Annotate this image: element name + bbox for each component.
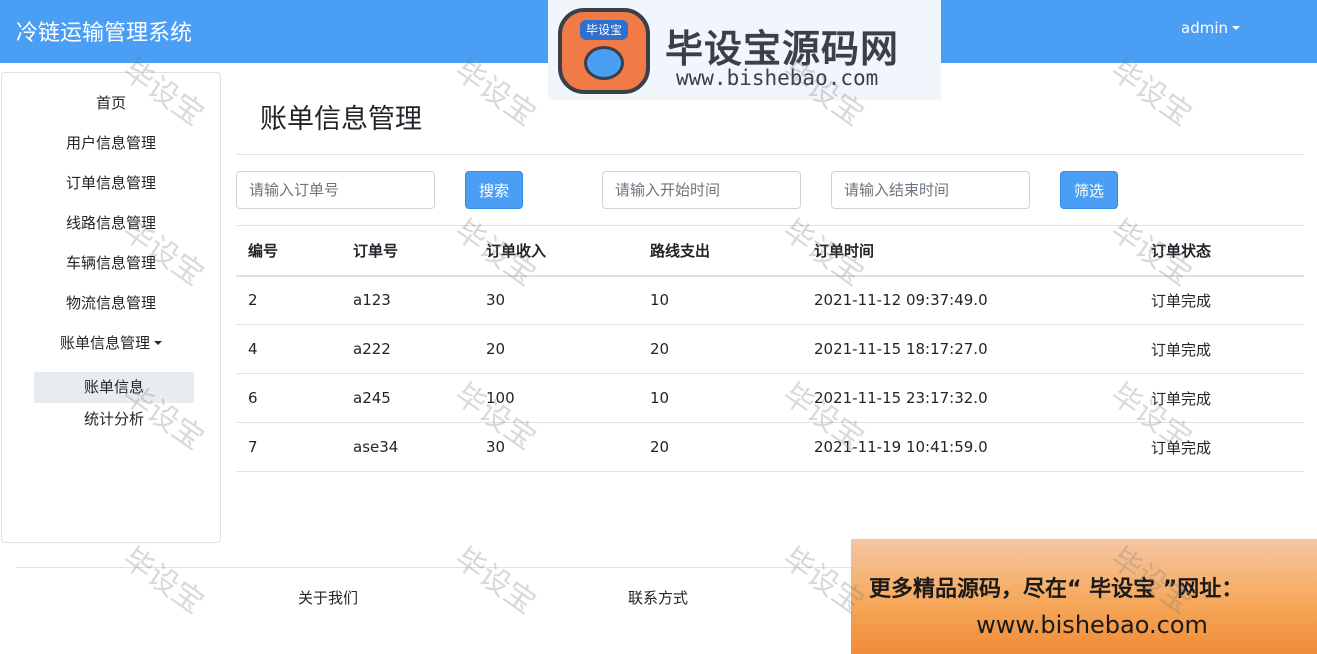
cell-income: 20 bbox=[474, 324, 638, 374]
cell-income: 100 bbox=[474, 373, 638, 423]
footer-link-contact[interactable]: 联系方式 bbox=[628, 587, 688, 608]
page-title: 账单信息管理 bbox=[260, 104, 422, 135]
cell-expense: 10 bbox=[638, 275, 802, 325]
sidebar-nav: 首页 用户信息管理 订单信息管理 线路信息管理 车辆信息管理 物流信息管理 账单… bbox=[1, 72, 221, 543]
order-number-input[interactable] bbox=[236, 171, 435, 209]
sidebar-item-billing[interactable]: 账单信息管理 bbox=[2, 332, 220, 353]
watermark: 毕设宝 bbox=[448, 540, 542, 622]
col-header-order-no: 订单号 bbox=[341, 225, 474, 277]
sidebar-item-billing-label: 账单信息管理 bbox=[59, 334, 150, 352]
cell-status: 订单完成 bbox=[1139, 275, 1304, 325]
user-menu-dropdown[interactable]: admin bbox=[1181, 19, 1240, 37]
table-header-row: 编号 订单号 订单收入 路线支出 订单时间 订单状态 bbox=[236, 225, 1304, 277]
app-brand[interactable]: 冷链运输管理系统 bbox=[16, 15, 192, 47]
cell-order-no: a222 bbox=[341, 324, 474, 374]
promo-url: www.bishebao.com bbox=[976, 611, 1208, 639]
table-row: 6 a245 100 10 2021-11-15 23:17:32.0 订单完成 bbox=[236, 373, 1304, 423]
col-header-income: 订单收入 bbox=[474, 225, 638, 277]
cell-expense: 10 bbox=[638, 373, 802, 423]
promo-text: 更多精品源码，尽在“ 毕设宝 ”网址： bbox=[869, 577, 1244, 602]
cell-order-no: a245 bbox=[341, 373, 474, 423]
cell-time: 2021-11-12 09:37:49.0 bbox=[802, 275, 1139, 325]
cell-time: 2021-11-19 10:41:59.0 bbox=[802, 422, 1139, 472]
start-time-input[interactable] bbox=[602, 171, 801, 209]
caret-down-icon bbox=[1232, 26, 1240, 30]
promo-banner: 更多精品源码，尽在“ 毕设宝 ”网址： www.bishebao.com bbox=[851, 539, 1317, 654]
sidebar-item-logistics[interactable]: 物流信息管理 bbox=[2, 292, 220, 313]
end-time-input[interactable] bbox=[831, 171, 1030, 209]
watermark: 毕设宝 bbox=[116, 540, 210, 622]
table-row: 7 ase34 30 20 2021-11-19 10:41:59.0 订单完成 bbox=[236, 422, 1304, 472]
footer-link-about[interactable]: 关于我们 bbox=[298, 587, 358, 608]
cell-id: 4 bbox=[236, 324, 341, 374]
title-divider bbox=[236, 154, 1304, 155]
table-row: 4 a222 20 20 2021-11-15 18:17:27.0 订单完成 bbox=[236, 324, 1304, 374]
cell-order-no: a123 bbox=[341, 275, 474, 325]
sidebar-item-home[interactable]: 首页 bbox=[2, 92, 220, 113]
cell-expense: 20 bbox=[638, 324, 802, 374]
cell-income: 30 bbox=[474, 275, 638, 325]
logo-url: www.bishebao.com bbox=[676, 66, 879, 90]
user-name: admin bbox=[1181, 19, 1228, 37]
cell-id: 2 bbox=[236, 275, 341, 325]
cell-time: 2021-11-15 18:17:27.0 bbox=[802, 324, 1139, 374]
sidebar-item-users[interactable]: 用户信息管理 bbox=[2, 132, 220, 153]
cell-status: 订单完成 bbox=[1139, 324, 1304, 374]
filter-button[interactable]: 筛选 bbox=[1060, 171, 1118, 209]
sidebar-item-routes[interactable]: 线路信息管理 bbox=[2, 212, 220, 233]
sidebar-item-vehicles[interactable]: 车辆信息管理 bbox=[2, 252, 220, 273]
sidebar-subitem-bills[interactable]: 账单信息 bbox=[34, 372, 194, 403]
table-row: 2 a123 30 10 2021-11-12 09:37:49.0 订单完成 bbox=[236, 275, 1304, 325]
sidebar-subitem-stats[interactable]: 统计分析 bbox=[34, 404, 194, 435]
logo-badge-text: 毕设宝 bbox=[580, 20, 628, 40]
cell-status: 订单完成 bbox=[1139, 373, 1304, 423]
bill-table: 编号 订单号 订单收入 路线支出 订单时间 订单状态 2 a123 30 10 … bbox=[236, 225, 1304, 472]
col-header-status: 订单状态 bbox=[1139, 225, 1304, 277]
logo-face-icon bbox=[584, 46, 624, 80]
col-header-expense: 路线支出 bbox=[638, 225, 802, 277]
cell-order-no: ase34 bbox=[341, 422, 474, 472]
col-header-time: 订单时间 bbox=[802, 225, 1139, 277]
cell-time: 2021-11-15 23:17:32.0 bbox=[802, 373, 1139, 423]
cell-expense: 20 bbox=[638, 422, 802, 472]
col-header-id: 编号 bbox=[236, 225, 341, 277]
search-button[interactable]: 搜索 bbox=[465, 171, 523, 209]
cell-status: 订单完成 bbox=[1139, 422, 1304, 472]
cell-id: 7 bbox=[236, 422, 341, 472]
cell-income: 30 bbox=[474, 422, 638, 472]
caret-down-icon bbox=[154, 341, 162, 345]
logo-banner: 毕设宝 毕设宝源码网 www.bishebao.com bbox=[548, 0, 941, 100]
logo-title: 毕设宝源码网 bbox=[665, 27, 900, 71]
cell-id: 6 bbox=[236, 373, 341, 423]
sidebar-item-orders[interactable]: 订单信息管理 bbox=[2, 172, 220, 193]
logo-badge: 毕设宝 bbox=[558, 8, 650, 94]
